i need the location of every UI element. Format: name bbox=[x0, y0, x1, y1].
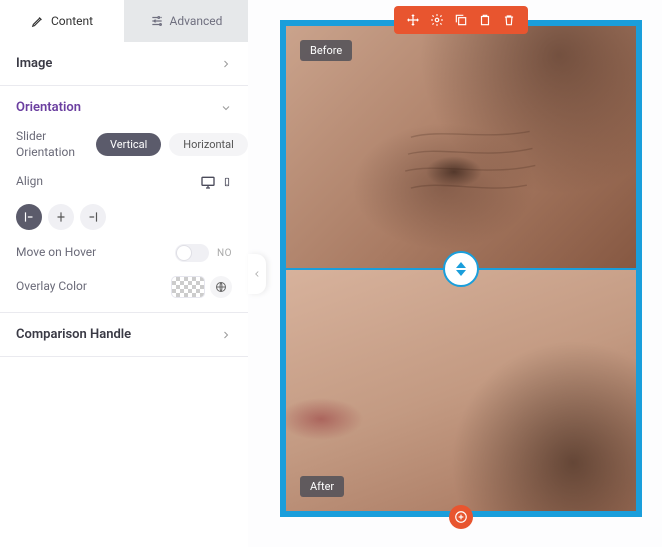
field-move-on-hover: Move on Hover NO bbox=[16, 244, 232, 262]
overlay-color-controls bbox=[172, 276, 232, 298]
mobile-icon bbox=[222, 175, 232, 189]
comparison-slider[interactable]: Before After bbox=[280, 20, 642, 517]
global-color-button[interactable] bbox=[210, 276, 232, 298]
tab-advanced[interactable]: Advanced bbox=[124, 0, 248, 42]
chevron-left-icon bbox=[252, 267, 262, 281]
device-desktop-button[interactable] bbox=[200, 174, 216, 190]
widget-frame[interactable]: Before After bbox=[280, 20, 642, 517]
triangle-down-icon bbox=[456, 270, 466, 276]
globe-icon bbox=[215, 281, 227, 293]
plus-circle-icon bbox=[454, 510, 468, 524]
overlay-color-chip[interactable] bbox=[172, 277, 204, 297]
field-align-options bbox=[16, 204, 232, 230]
section-orientation-head[interactable]: Orientation bbox=[16, 100, 232, 115]
add-widget-button[interactable] bbox=[449, 505, 473, 529]
tab-content[interactable]: Content bbox=[0, 0, 124, 42]
align-start-icon bbox=[22, 210, 36, 224]
move-on-hover-toggle[interactable] bbox=[175, 244, 209, 262]
align-label: Align bbox=[16, 174, 43, 190]
pill-horizontal[interactable]: Horizontal bbox=[169, 133, 248, 156]
toolbar-delete-button[interactable] bbox=[502, 13, 516, 27]
align-center-icon bbox=[54, 210, 68, 224]
pill-vertical[interactable]: Vertical bbox=[96, 133, 161, 156]
section-comparison-handle-head[interactable]: Comparison Handle bbox=[16, 327, 232, 342]
align-end-icon bbox=[86, 210, 100, 224]
align-start-button[interactable] bbox=[16, 204, 42, 230]
field-overlay-color: Overlay Color bbox=[16, 276, 232, 298]
widget-toolbar bbox=[394, 6, 528, 34]
section-orientation: Orientation Slider Orientation Vertical … bbox=[0, 86, 248, 313]
overlay-color-label: Overlay Color bbox=[16, 279, 87, 295]
toolbar-move-button[interactable] bbox=[406, 13, 420, 27]
responsive-switcher bbox=[200, 174, 232, 190]
after-badge: After bbox=[300, 476, 344, 497]
after-image bbox=[286, 269, 636, 512]
move-on-hover-wrap: NO bbox=[175, 244, 232, 262]
align-end-button[interactable] bbox=[80, 204, 106, 230]
duplicate-icon bbox=[454, 13, 468, 27]
triangle-up-icon bbox=[456, 262, 466, 268]
gear-icon bbox=[430, 13, 444, 27]
move-on-hover-text: NO bbox=[217, 248, 232, 259]
device-mobile-button[interactable] bbox=[222, 175, 232, 189]
tab-advanced-label: Advanced bbox=[170, 14, 223, 28]
desktop-icon bbox=[200, 174, 216, 190]
field-slider-orientation: Slider Orientation Vertical Horizontal bbox=[16, 129, 232, 160]
sidebar-tabs: Content Advanced bbox=[0, 0, 248, 42]
section-orientation-title: Orientation bbox=[16, 100, 81, 115]
toolbar-duplicate-button[interactable] bbox=[454, 13, 468, 27]
align-options bbox=[16, 204, 106, 230]
move-icon bbox=[406, 13, 420, 27]
slider-handle[interactable] bbox=[443, 251, 479, 287]
toolbar-settings-button[interactable] bbox=[430, 13, 444, 27]
trash-icon bbox=[502, 13, 516, 27]
tab-content-label: Content bbox=[51, 14, 93, 28]
section-comparison-handle-title: Comparison Handle bbox=[16, 327, 131, 342]
orientation-pill-group: Vertical Horizontal bbox=[96, 133, 248, 156]
section-image-title: Image bbox=[16, 56, 52, 71]
align-center-button[interactable] bbox=[48, 204, 74, 230]
section-image-head[interactable]: Image bbox=[16, 56, 232, 71]
settings-sidebar: Content Advanced Image Orientation Slide… bbox=[0, 0, 248, 547]
slider-orientation-label: Slider Orientation bbox=[16, 129, 96, 160]
pencil-icon bbox=[31, 14, 45, 28]
chevron-right-icon bbox=[220, 329, 232, 341]
section-image: Image bbox=[0, 42, 248, 86]
copy-icon bbox=[478, 13, 492, 27]
preview-canvas: Before After bbox=[248, 0, 662, 547]
section-comparison-handle: Comparison Handle bbox=[0, 313, 248, 357]
toolbar-copy-button[interactable] bbox=[478, 13, 492, 27]
field-align: Align bbox=[16, 174, 232, 190]
sliders-icon bbox=[150, 14, 164, 28]
chevron-down-icon bbox=[220, 102, 232, 114]
before-badge: Before bbox=[300, 40, 352, 61]
chevron-right-icon bbox=[220, 58, 232, 70]
sidebar-collapse-handle[interactable] bbox=[248, 254, 266, 294]
before-image bbox=[286, 26, 636, 269]
wrinkle-texture bbox=[374, 123, 567, 208]
move-on-hover-label: Move on Hover bbox=[16, 245, 96, 261]
